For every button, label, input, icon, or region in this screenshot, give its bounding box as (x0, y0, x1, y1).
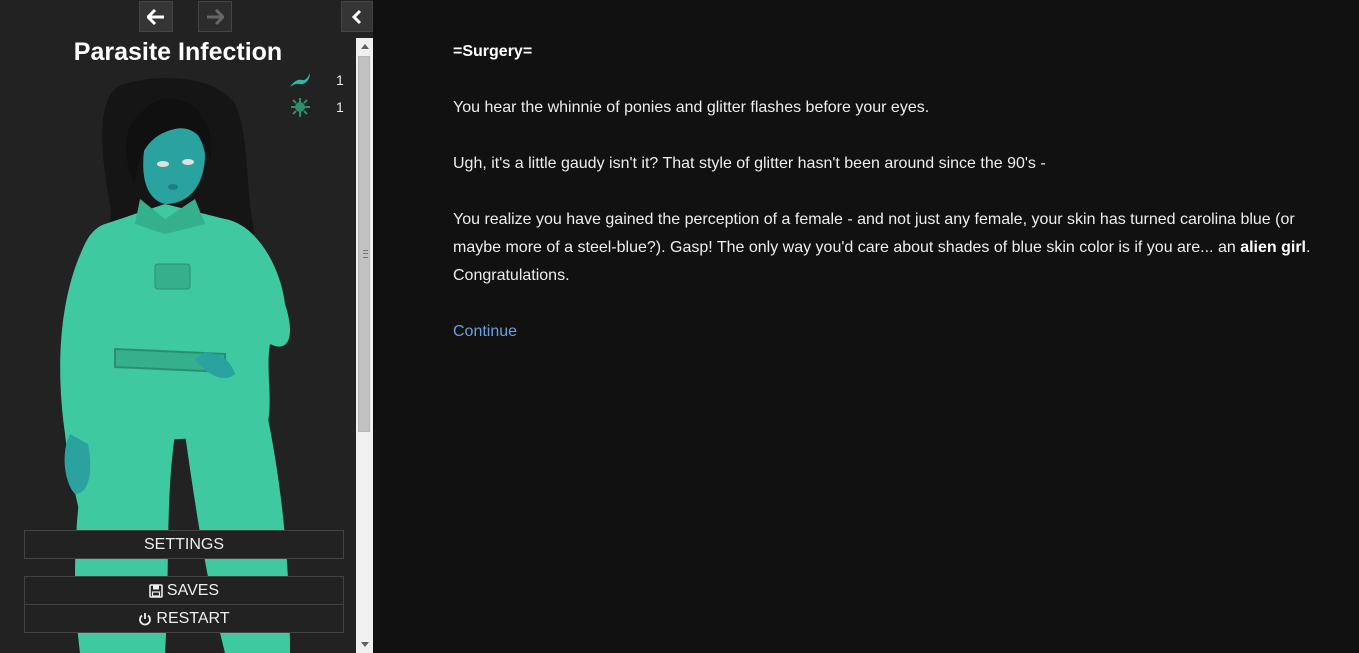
history-controls (0, 0, 373, 36)
arrow-left-icon (147, 8, 164, 25)
spore-icon (291, 98, 310, 117)
character-portrait (60, 78, 290, 653)
passage: =Surgery= You hear the whinnie of ponies… (453, 38, 1313, 374)
status-value-spore: 1 (336, 99, 344, 115)
passage-paragraph: You realize you have gained the percepti… (453, 206, 1313, 290)
continue-link[interactable]: Continue (453, 323, 517, 340)
worm-icon (290, 73, 310, 87)
chevron-left-icon (351, 9, 362, 24)
power-icon (139, 612, 152, 625)
passage-heading: =Surgery= (453, 43, 533, 60)
history-forward-button[interactable] (198, 1, 232, 32)
status-row-spore: 1 (288, 97, 348, 117)
sidebar-scrollbar[interactable] (356, 38, 373, 653)
settings-label: SETTINGS (143, 535, 224, 553)
ui-bar: Parasite Infection 1 1 SETTINGS SAVES RE… (0, 0, 373, 653)
alien-girl-emphasis: alien girl (1240, 239, 1306, 256)
story-title: Parasite Infection (73, 38, 283, 66)
arrow-right-icon (207, 8, 224, 25)
passage-text: You realize you have gained the percepti… (453, 211, 1295, 256)
passage-paragraph: Ugh, it's a little gaudy isn't it? That … (453, 155, 1046, 172)
settings-button[interactable]: SETTINGS (24, 530, 344, 559)
ui-bar-toggle-button[interactable] (341, 1, 373, 32)
floppy-disk-icon (149, 583, 163, 598)
scroll-up-arrow-icon[interactable] (356, 38, 373, 55)
passage-paragraph: You hear the whinnie of ponies and glitt… (453, 99, 930, 116)
scrollbar-thumb[interactable] (358, 56, 370, 432)
restart-label: RESTART (156, 609, 230, 627)
grip-icon (363, 250, 368, 258)
saves-button[interactable]: SAVES (24, 576, 344, 605)
status-value-worm: 1 (336, 72, 344, 88)
restart-button[interactable]: RESTART (24, 604, 344, 633)
status-row-worm: 1 (288, 70, 348, 90)
saves-label: SAVES (166, 581, 220, 599)
scroll-down-arrow-icon[interactable] (356, 636, 373, 653)
history-back-button[interactable] (139, 1, 173, 32)
